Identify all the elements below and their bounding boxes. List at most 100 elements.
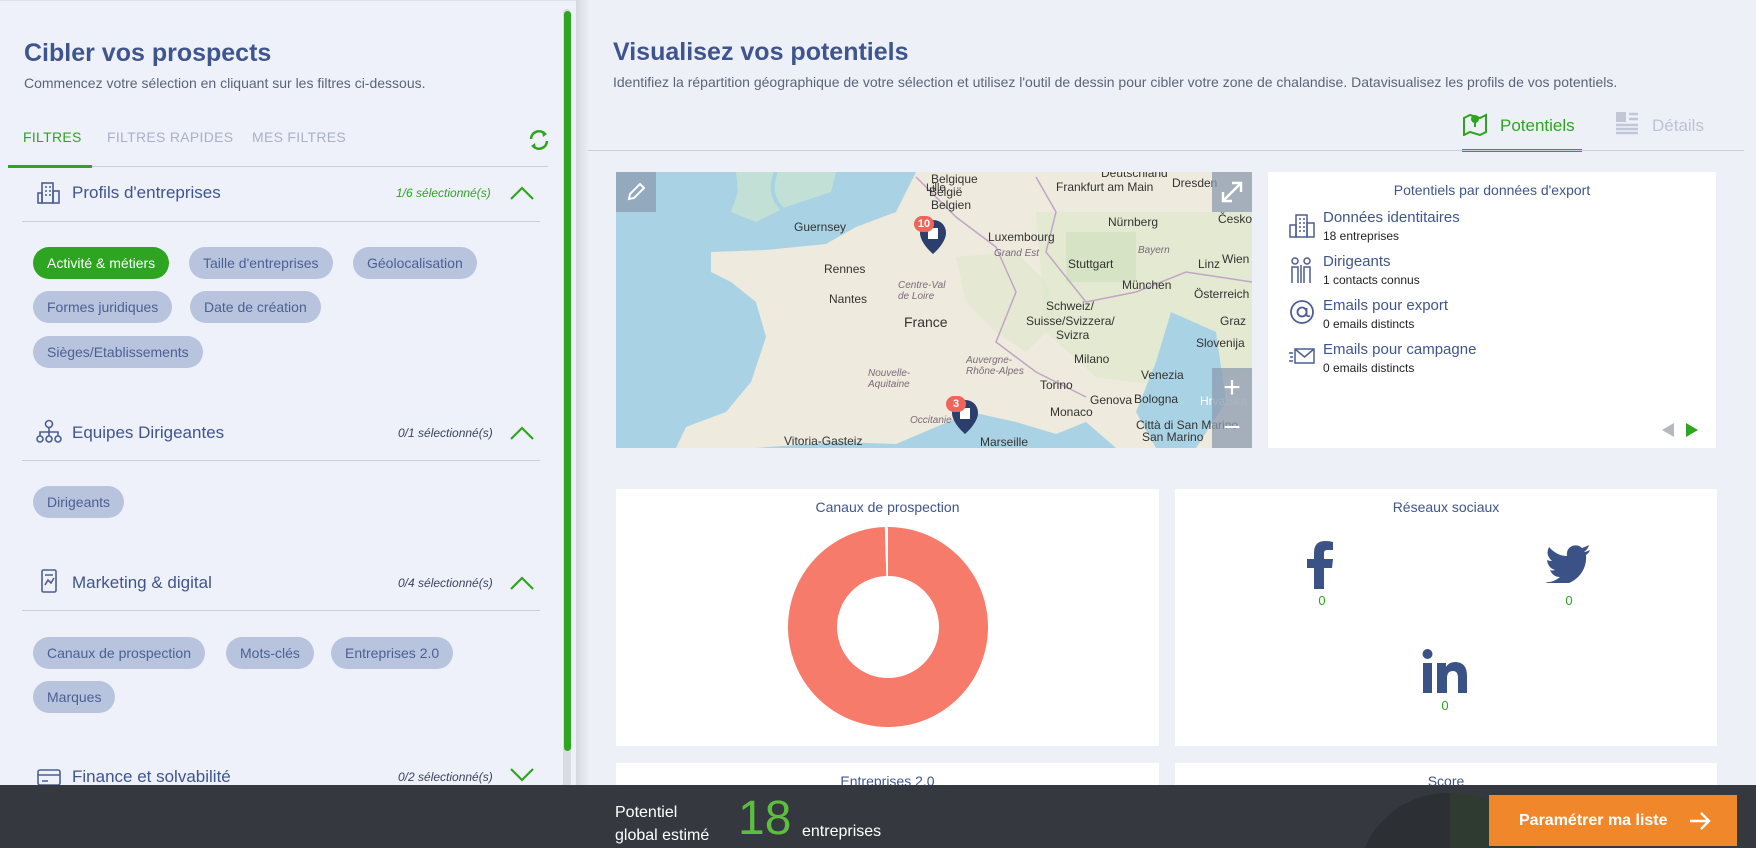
map-label: Slovenija <box>1196 336 1245 350</box>
chip-activite-metiers[interactable]: Activité & métiers <box>33 247 170 279</box>
draw-tool-button[interactable] <box>616 172 656 212</box>
section-count-finance: 0/2 sélectionné(s) <box>398 770 493 784</box>
scrollbar-thumb[interactable] <box>564 11 571 751</box>
filters-tabs: FILTRES FILTRES RAPIDES MES FILTRES <box>8 121 549 168</box>
chevron-down-icon[interactable] <box>509 766 535 782</box>
map-label: Wien <box>1222 252 1250 266</box>
pencil-icon <box>627 182 646 201</box>
potentiel-unit: entreprises <box>802 823 882 840</box>
section-title-profils[interactable]: Profils d'entreprises <box>72 183 221 203</box>
marker-count: 3 <box>946 396 966 412</box>
facebook-icon[interactable] <box>1305 541 1335 589</box>
tab-potentiels[interactable]: Potentiels <box>1462 110 1582 152</box>
list-icon <box>1616 112 1638 135</box>
map-label: Linz <box>1198 257 1221 271</box>
map-label: Frankfurt am Main <box>1056 180 1154 194</box>
org-chart-icon <box>36 419 62 443</box>
section-title-finance[interactable]: Finance et solvabilité <box>72 767 231 787</box>
export-item-value: 0 emails distincts <box>1323 361 1415 375</box>
chip-geolocalisation[interactable]: Géolocalisation <box>353 247 477 279</box>
map-label: Vitoria-Gasteiz <box>784 434 863 448</box>
map-label: Bologna <box>1134 392 1179 406</box>
chip-dirigeants[interactable]: Dirigeants <box>33 486 125 518</box>
tab-mes-filtres[interactable]: MES FILTRES <box>252 129 346 145</box>
map-label: Nürnberg <box>1108 215 1159 229</box>
map-label: Bayern <box>1138 245 1170 256</box>
marker-count: 10 <box>914 216 934 232</box>
map-icon <box>1463 113 1487 136</box>
filters-title: Cibler vos prospects <box>24 39 272 67</box>
tab-potentiels-label: Potentiels <box>1500 116 1575 135</box>
expand-icon <box>1221 181 1243 203</box>
export-item-title[interactable]: Dirigeants <box>1323 253 1391 270</box>
export-item-title[interactable]: Emails pour campagne <box>1323 341 1476 358</box>
map-label: France <box>904 314 948 330</box>
chip-sieges-etablissements[interactable]: Sièges/Etablissements <box>33 336 203 368</box>
chip-formes-juridiques[interactable]: Formes juridiques <box>33 291 173 323</box>
twitter-icon[interactable] <box>1545 545 1591 583</box>
export-item-value: 1 contacts connus <box>1323 273 1420 287</box>
tab-filtres-rapides[interactable]: FILTRES RAPIDES <box>107 129 233 145</box>
filters-subtitle: Commencez votre sélection en cliquant su… <box>24 75 426 91</box>
chip-canaux-prospection[interactable]: Canaux de prospection <box>33 637 205 669</box>
map-label: Luxembourg <box>988 230 1055 244</box>
linkedin-icon[interactable] <box>1422 649 1468 693</box>
tabs-divider <box>588 150 1744 151</box>
export-item-title[interactable]: Emails pour export <box>1323 297 1448 314</box>
reseaux-card-title: Réseaux sociaux <box>1392 499 1500 515</box>
tab-details-label: Détails <box>1652 116 1704 135</box>
chevron-up-icon[interactable] <box>509 575 535 591</box>
fullscreen-button[interactable] <box>1212 172 1252 212</box>
export-item-value: 18 entreprises <box>1323 229 1400 243</box>
map-label: Venezia <box>1141 368 1184 382</box>
chip-marques[interactable]: Marques <box>33 681 116 713</box>
section-title-marketing[interactable]: Marketing & digital <box>72 573 212 593</box>
visualize-title: Visualisez vos potentiels <box>613 38 909 66</box>
map-marker[interactable]: 10 <box>914 216 948 256</box>
potentiel-count: 18 <box>738 792 792 845</box>
section-divider <box>22 460 540 461</box>
map-label: Grand Est <box>994 248 1040 259</box>
section-count-profils: 1/6 sélectionné(s) <box>396 186 491 200</box>
chip-taille-entreprises[interactable]: Taille d'entreprises <box>189 247 333 279</box>
filters-panel: Cibler vos prospects Commencez votre sél… <box>0 0 580 791</box>
potentiel-label: Potentiel global estimé <box>615 801 709 847</box>
map-label: Occitanie <box>910 415 952 426</box>
donut-chart[interactable] <box>788 527 988 727</box>
section-title-equipes[interactable]: Equipes Dirigeantes <box>72 423 224 443</box>
map-view[interactable]: Belgique België Belgien Deutschland Fran… <box>616 172 1252 448</box>
potentiel-label-line2: global estimé <box>615 827 710 844</box>
chip-mots-cles[interactable]: Mots-clés <box>226 637 314 669</box>
chevron-up-icon[interactable] <box>509 425 535 441</box>
facebook-count: 0 <box>1318 593 1326 608</box>
refresh-icon[interactable] <box>526 127 552 153</box>
section-divider <box>22 221 540 222</box>
zoom-out-button[interactable]: − <box>1212 408 1252 448</box>
map-label: Schweiz/ <box>1046 299 1095 313</box>
potentiel-label-line1: Potentiel <box>615 804 678 821</box>
map-label: Belgien <box>931 198 972 212</box>
map-land-layer <box>676 172 1252 448</box>
map-label: Nantes <box>829 292 868 306</box>
map-label: Monaco <box>1050 405 1093 419</box>
tab-details[interactable]: Détails <box>1614 110 1724 150</box>
zoom-in-button[interactable]: + <box>1212 368 1252 408</box>
chevron-up-icon[interactable] <box>509 185 535 201</box>
map-label: San Marino <box>1142 430 1204 444</box>
map-label: Marseille <box>980 435 1029 448</box>
map-label: Graz <box>1220 314 1247 328</box>
map-label: Nouvelle-Aquitaine <box>868 368 911 390</box>
tab-filtres[interactable]: FILTRES <box>23 129 82 145</box>
map-marker[interactable]: 3 <box>946 396 980 436</box>
next-arrow-icon[interactable] <box>1686 423 1698 437</box>
map-label: Auvergne-Rhône-Alpes <box>966 355 1024 377</box>
at-icon <box>1290 300 1314 324</box>
map-label: Dresden <box>1172 176 1218 190</box>
export-item-title[interactable]: Données identitaires <box>1323 209 1460 226</box>
chip-date-creation[interactable]: Date de création <box>190 291 321 323</box>
parametrer-liste-button[interactable]: Paramétrer ma liste <box>1489 795 1737 846</box>
map-label: Lille <box>926 182 946 194</box>
arrow-right-icon <box>1690 812 1711 830</box>
prev-arrow-icon[interactable] <box>1662 423 1674 437</box>
chip-entreprises-20[interactable]: Entreprises 2.0 <box>331 637 454 669</box>
